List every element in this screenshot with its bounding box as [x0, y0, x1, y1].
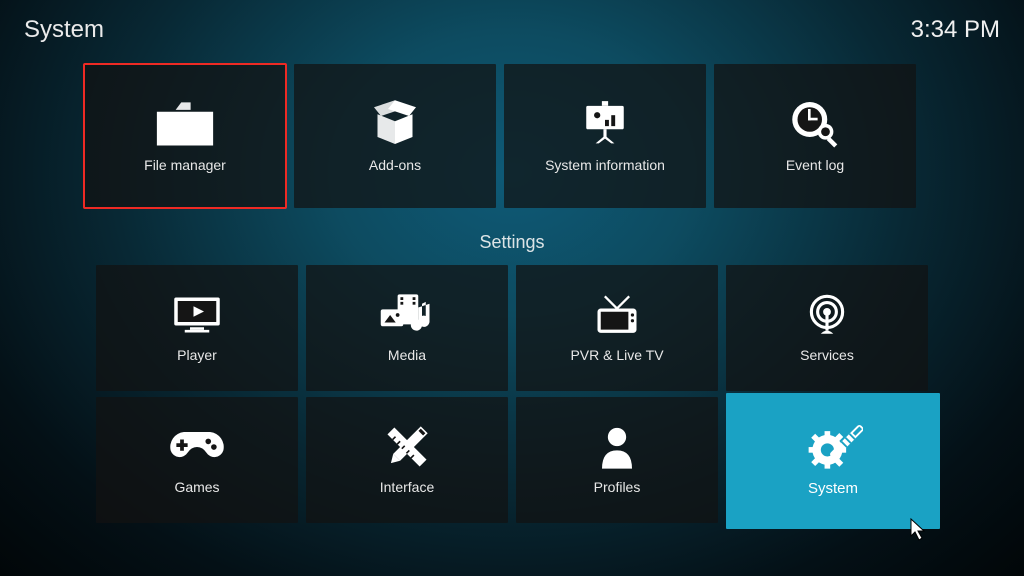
clock-magnify-icon [785, 99, 845, 147]
tile-player[interactable]: Player [96, 265, 298, 391]
row-settings-2: Games [96, 397, 940, 529]
tile-label: Games [174, 479, 219, 495]
folder-icon [155, 99, 215, 147]
tile-label: Services [800, 347, 854, 363]
section-label-settings: Settings [0, 232, 1024, 253]
open-box-icon [365, 99, 425, 147]
tile-system-information[interactable]: System information [504, 64, 706, 208]
header: System 3:34 PM [24, 16, 1000, 44]
tile-pvr-live-tv[interactable]: PVR & Live TV [516, 265, 718, 391]
pencil-ruler-icon [377, 425, 437, 469]
media-collection-icon [377, 293, 437, 337]
presentation-chart-icon [575, 99, 635, 147]
tv-antenna-icon [587, 293, 647, 337]
monitor-play-icon [167, 293, 227, 337]
tile-games[interactable]: Games [96, 397, 298, 523]
tile-event-log[interactable]: Event log [714, 64, 916, 208]
gamepad-icon [167, 425, 227, 469]
tile-services[interactable]: Services [726, 265, 928, 391]
tile-interface[interactable]: Interface [306, 397, 508, 523]
tile-addons[interactable]: Add-ons [294, 64, 496, 208]
tile-label: Media [388, 347, 426, 363]
tile-label: System [808, 480, 858, 497]
tile-profiles[interactable]: Profiles [516, 397, 718, 523]
tile-label: Event log [786, 157, 844, 173]
row-system-tools: File manager Add-ons [84, 64, 916, 208]
row-settings-1: Player Media [96, 265, 928, 391]
tile-media[interactable]: Media [306, 265, 508, 391]
person-icon [587, 425, 647, 469]
clock: 3:34 PM [911, 16, 1000, 44]
tile-label: System information [545, 157, 665, 173]
tile-label: Profiles [594, 479, 641, 495]
tile-label: Add-ons [369, 157, 421, 173]
tile-system[interactable]: System [726, 393, 940, 529]
tile-file-manager[interactable]: File manager [84, 64, 286, 208]
tile-label: PVR & Live TV [570, 347, 663, 363]
tile-label: File manager [144, 157, 226, 173]
broadcast-icon [797, 293, 857, 337]
tile-label: Player [177, 347, 217, 363]
gear-wrench-icon [803, 426, 863, 470]
page-title: System [24, 16, 104, 44]
tile-label: Interface [380, 479, 434, 495]
